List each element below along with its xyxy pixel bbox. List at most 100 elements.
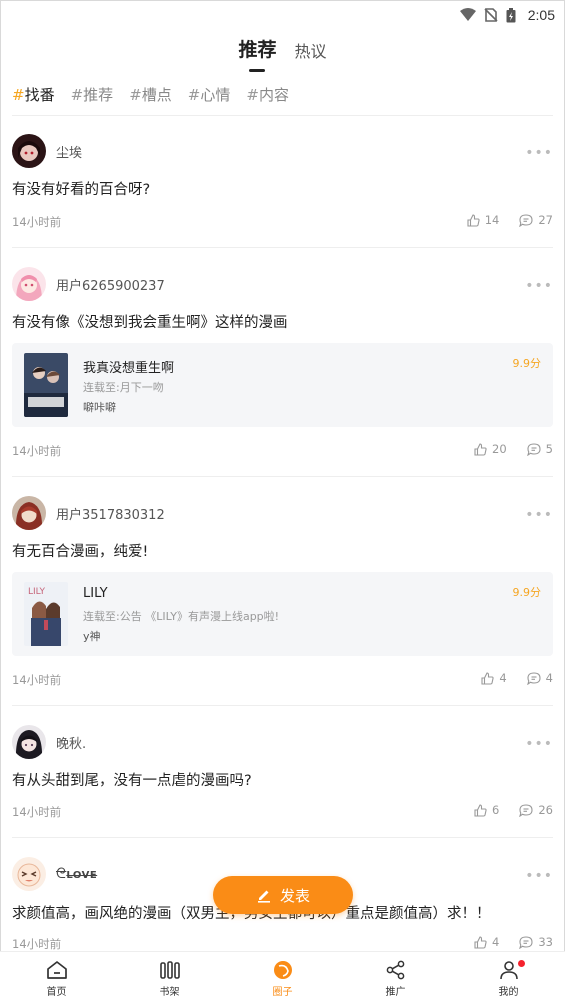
username[interactable]: 用户6265900237 — [56, 275, 165, 294]
post-stats: 4 4 — [467, 671, 553, 685]
tab-recommend[interactable]: 推荐 — [238, 35, 277, 72]
like-button[interactable]: 6 — [474, 803, 499, 817]
topic-label: 心情 — [200, 85, 231, 104]
wifi-icon — [459, 8, 476, 21]
username[interactable]: ᘓLOVE — [56, 866, 97, 882]
svg-text:LILY: LILY — [28, 587, 45, 597]
comment-icon — [526, 442, 541, 456]
nav-label: 首页 — [46, 987, 67, 998]
post-header: 用户6265900237 — [12, 267, 165, 301]
notification-dot — [517, 960, 525, 967]
divider — [12, 247, 553, 248]
topic-content[interactable]: #内容 — [246, 84, 289, 105]
post-time: 14小时前 — [12, 673, 62, 687]
nav-bookshelf[interactable]: 书架 — [113, 952, 226, 1006]
book-author: y神 — [83, 630, 101, 643]
post-card[interactable]: 用户6265900237 ••• 有没有像《没想到我会重生啊》这样的漫画 我真没… — [0, 267, 565, 467]
avatar[interactable] — [12, 267, 46, 301]
home-icon — [46, 961, 67, 979]
topic-hash: # — [70, 85, 84, 104]
divider — [12, 837, 553, 838]
more-icon[interactable]: ••• — [525, 278, 553, 294]
comment-button[interactable]: 5 — [526, 442, 553, 456]
post-text[interactable]: 有没有像《没想到我会重生啊》这样的漫画 — [12, 311, 288, 332]
no-sim-icon — [484, 8, 498, 22]
post-time: 14小时前 — [12, 937, 62, 951]
book-cover: LILY — [24, 582, 68, 646]
publish-label: 发表 — [279, 886, 310, 905]
nav-label: 书架 — [159, 987, 180, 998]
post-stats: 20 5 — [460, 442, 553, 456]
avatar[interactable] — [12, 725, 46, 759]
comment-button[interactable]: 26 — [519, 803, 553, 817]
bottom-nav: 首页 书架 圈子 推广 我的 — [0, 951, 565, 1006]
avatar[interactable] — [12, 496, 46, 530]
post-text[interactable]: 有没有好看的百合呀? — [12, 178, 150, 199]
topic-label: 内容 — [258, 85, 289, 104]
like-button[interactable]: 14 — [467, 213, 500, 227]
like-button[interactable]: 20 — [474, 442, 507, 456]
comment-icon — [519, 213, 533, 227]
like-button[interactable]: 4 — [481, 671, 507, 685]
username[interactable]: 用户3517830312 — [56, 504, 165, 523]
topic-recommend[interactable]: #推荐 — [71, 84, 114, 105]
book-score: 9.9分 — [512, 586, 542, 599]
book-progress: 连载至:月下一吻 — [83, 381, 164, 394]
nav-home[interactable]: 首页 — [0, 952, 113, 1006]
like-count: 6 — [492, 803, 500, 817]
publish-button[interactable]: 发表 — [213, 876, 353, 914]
circle-icon — [273, 961, 292, 979]
topic-mood[interactable]: #心情 — [188, 84, 231, 105]
post-time: 14小时前 — [12, 805, 62, 819]
post-stats: 6 26 — [460, 803, 553, 817]
book-author: 噼咔噼 — [83, 401, 116, 414]
like-button[interactable]: 4 — [474, 935, 499, 949]
comment-button[interactable]: 33 — [519, 935, 553, 949]
more-icon[interactable]: ••• — [525, 507, 553, 523]
post-text[interactable]: 有无百合漫画，纯爱! — [12, 540, 148, 561]
status-time: 2:05 — [527, 7, 555, 23]
post-text[interactable]: 有从头甜到尾，没有一点虐的漫画吗? — [12, 769, 252, 790]
topic-find-anime[interactable]: #找番 — [12, 84, 55, 105]
nav-circle[interactable]: 圈子 — [226, 952, 339, 1006]
like-count: 20 — [492, 442, 507, 456]
post-time: 14小时前 — [12, 215, 62, 229]
book-score: 9.9分 — [512, 357, 542, 370]
comment-count: 33 — [538, 935, 553, 949]
share-icon — [386, 960, 404, 980]
username-text: LOVE — [66, 870, 98, 881]
post-card[interactable]: 晚秋. ••• 有从头甜到尾，没有一点虐的漫画吗? 14小时前 6 26 — [0, 725, 565, 835]
book-card[interactable]: LILY LILY 连载至:公告 《LILY》有声漫上线app啦! y神 9.9… — [12, 572, 553, 656]
more-icon[interactable]: ••• — [525, 145, 553, 161]
like-count: 14 — [484, 213, 500, 227]
comment-button[interactable]: 27 — [519, 213, 553, 227]
post-card[interactable]: 尘埃 ••• 有没有好看的百合呀? 14小时前 14 27 — [0, 134, 565, 244]
topic-filter-row: #找番 #推荐 #槽点 #心情 #内容 — [12, 80, 305, 108]
bookshelf-icon — [159, 961, 180, 979]
post-card[interactable]: 用户3517830312 ••• 有无百合漫画，纯爱! LILY LILY 连载… — [0, 496, 565, 696]
comment-count: 4 — [545, 671, 553, 685]
book-card[interactable]: 我真没想重生啊 连载至:月下一吻 噼咔噼 9.9分 — [12, 343, 553, 427]
thumbs-up-icon — [467, 213, 480, 227]
username[interactable]: 晚秋. — [56, 733, 86, 752]
more-icon[interactable]: ••• — [525, 868, 553, 884]
topic-complaints[interactable]: #槽点 — [129, 84, 172, 105]
book-title: LILY — [83, 586, 108, 601]
battery-icon — [506, 7, 516, 22]
nav-profile[interactable]: 我的 — [452, 952, 565, 1006]
nav-label: 我的 — [498, 987, 519, 998]
thumbs-up-icon — [474, 803, 487, 817]
avatar[interactable] — [12, 134, 46, 168]
nav-label: 推广 — [385, 987, 406, 998]
username[interactable]: 尘埃 — [56, 142, 82, 161]
more-icon[interactable]: ••• — [525, 736, 553, 752]
topic-label: 槽点 — [141, 85, 172, 104]
post-header: 尘埃 — [12, 134, 82, 168]
nav-promote[interactable]: 推广 — [339, 952, 452, 1006]
topic-label: 找番 — [24, 85, 55, 104]
comment-button[interactable]: 4 — [526, 671, 553, 685]
avatar[interactable] — [12, 857, 46, 891]
topic-hash: # — [246, 85, 259, 104]
username-glyph: ᘓ — [56, 866, 67, 882]
tab-hot-discussion[interactable]: 热议 — [295, 38, 327, 72]
